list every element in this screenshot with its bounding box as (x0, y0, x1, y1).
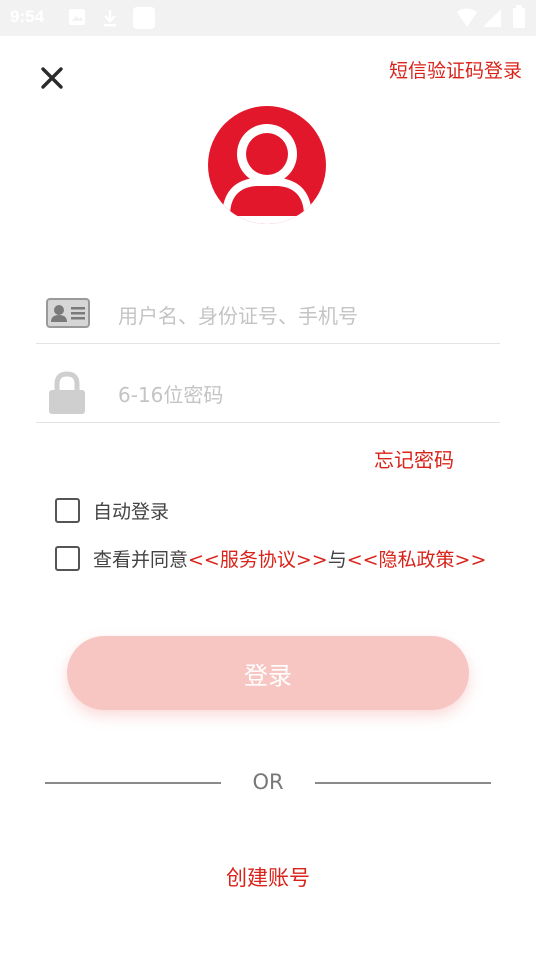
username-field-row (36, 288, 500, 344)
status-bar: 9:54 (0, 0, 536, 36)
forgot-password-link[interactable]: 忘记密码 (374, 444, 454, 473)
auto-login-label: 自动登录 (93, 501, 170, 523)
auto-login-option[interactable]: 自动登录 (55, 497, 169, 524)
download-notification-icon (104, 10, 116, 27)
close-button[interactable] (36, 62, 68, 94)
password-input[interactable] (118, 375, 488, 415)
agreement-prefix: 查看并同意 (93, 549, 189, 571)
password-field-row (36, 367, 500, 423)
service-agreement-link[interactable]: <<服务协议>> (188, 549, 328, 571)
status-time: 9:54 (10, 7, 45, 26)
login-page: 9:54 短信验证码登录 用户名、身份证号、手机号 忘记密码 自动登录 查看并同… (0, 0, 536, 954)
id-card-icon (46, 298, 90, 328)
sms-code-login-link[interactable]: 短信验证码登录 (389, 56, 522, 83)
username-input[interactable] (118, 296, 488, 336)
agreement-checkbox[interactable] (55, 546, 80, 571)
lock-icon (49, 371, 85, 414)
app-notification-icon (133, 7, 155, 29)
avatar-icon (208, 106, 326, 224)
create-account-link[interactable]: 创建账号 (0, 862, 536, 892)
battery-icon (513, 5, 525, 28)
auto-login-checkbox[interactable] (55, 498, 80, 523)
close-icon (41, 67, 63, 89)
cell-signal-icon (483, 9, 501, 27)
divider-line-left (45, 782, 221, 784)
divider-or-label: OR (252, 770, 284, 794)
privacy-policy-link[interactable]: <<隐私政策>> (347, 549, 487, 571)
divider-line-right (315, 782, 491, 784)
agreement-option[interactable]: 查看并同意<<服务协议>>与<<隐私政策>> (55, 545, 486, 572)
agreement-joiner: 与 (327, 549, 347, 571)
photo-notification-icon (69, 9, 85, 25)
agreement-label: 查看并同意<<服务协议>>与<<隐私政策>> (93, 545, 486, 572)
wifi-icon (457, 8, 477, 27)
login-button[interactable]: 登录 (67, 636, 469, 710)
